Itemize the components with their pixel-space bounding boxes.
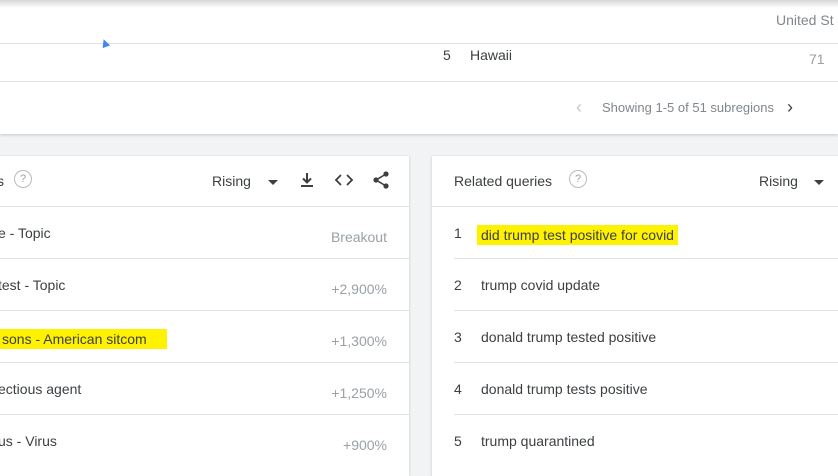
help-icon[interactable]: ? [569, 170, 587, 188]
card-title: Related queries [454, 173, 553, 189]
topic-label: e - Topic [0, 225, 51, 241]
topic-value: +1,250% [331, 385, 387, 401]
topic-value: +1,300% [331, 333, 387, 349]
card-title: s [0, 173, 4, 189]
topic-label: ectious agent [0, 381, 82, 397]
rising-filter[interactable]: Rising [759, 173, 798, 189]
caret-down-icon[interactable] [814, 180, 824, 185]
pager-text: Showing 1-5 of 51 subregions [602, 100, 775, 115]
topic-value: +2,900% [331, 281, 387, 297]
query-label: donald trump tests positive [481, 381, 648, 397]
embed-icon[interactable] [333, 169, 355, 191]
card-header: s ? Rising [0, 156, 409, 207]
query-label: donald trump tested positive [481, 329, 657, 345]
help-icon[interactable]: ? [14, 170, 32, 188]
map-marker [99, 37, 111, 49]
list-item[interactable]: 3 donald trump tested positive [432, 311, 838, 363]
topic-label: test - Topic [0, 277, 66, 293]
download-icon[interactable] [296, 169, 318, 191]
query-rank: 2 [454, 277, 462, 293]
topic-label: sons - American sitcom [0, 329, 167, 349]
list-item[interactable]: e - Topic Breakout [0, 207, 409, 259]
list-item[interactable]: 1 did trump test positive for covid [432, 207, 838, 259]
query-label: trump quarantined [481, 433, 595, 449]
list-item[interactable]: 2 trump covid update [432, 259, 838, 311]
chevron-right-icon[interactable]: › [787, 97, 793, 118]
topic-value: +900% [343, 437, 387, 453]
region-row-rank: 5 [443, 47, 451, 63]
list-item[interactable]: 4 donald trump tests positive [432, 363, 838, 415]
list-item[interactable]: 5 trump quarantined [432, 415, 838, 467]
chevron-left-icon[interactable]: ‹ [576, 97, 582, 118]
list-item[interactable]: ectious agent +1,250% [0, 363, 409, 415]
query-rank: 3 [454, 329, 462, 345]
related-queries-card: Related queries ? Rising 1 did trump tes… [432, 156, 838, 476]
caret-down-icon[interactable] [268, 180, 278, 185]
divider [0, 81, 838, 82]
query-rank: 1 [454, 225, 462, 241]
region-column-header: United St [776, 12, 834, 28]
share-icon[interactable] [370, 169, 392, 191]
region-panel: United St 5 Hawaii 71 ‹ Showing 1-5 of 5… [0, 0, 838, 134]
topic-label: us - Virus [0, 433, 57, 449]
region-row-value: 71 [809, 51, 825, 67]
query-label: did trump test positive for covid [477, 225, 678, 245]
divider [0, 43, 838, 44]
query-label: trump covid update [481, 277, 601, 293]
query-rank: 4 [454, 381, 462, 397]
top-shadow [0, 0, 838, 8]
list-item[interactable]: us - Virus +900% [0, 415, 409, 467]
card-header: Related queries ? Rising [432, 156, 838, 207]
region-row-name[interactable]: Hawaii [470, 47, 512, 63]
rising-filter[interactable]: Rising [212, 173, 251, 189]
list-item[interactable]: test - Topic +2,900% [0, 259, 409, 311]
related-topics-card: s ? Rising e - Topic Breakout test - Top… [0, 156, 409, 476]
query-rank: 5 [454, 433, 462, 449]
list-item[interactable]: sons - American sitcom +1,300% [0, 311, 409, 363]
topic-value: Breakout [330, 229, 387, 245]
